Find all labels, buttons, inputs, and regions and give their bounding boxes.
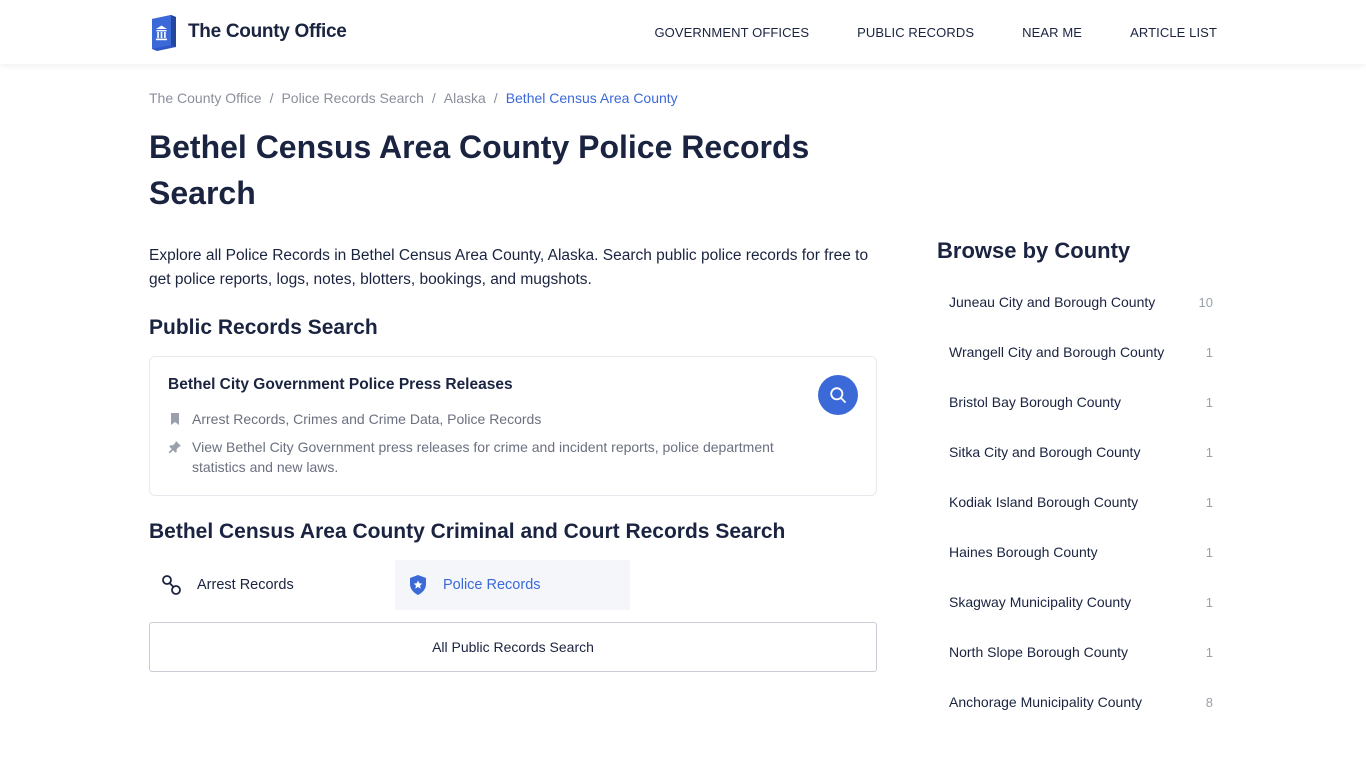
card-description-text: View Bethel City Government press releas…	[192, 439, 774, 475]
browse-by-county-heading: Browse by County	[937, 238, 1131, 263]
search-icon	[830, 387, 846, 403]
tile-police-label: Police Records	[443, 577, 541, 593]
card-description: View Bethel City Government press releas…	[168, 437, 808, 477]
logo-text: The County Office	[188, 21, 347, 42]
breadcrumb-separator: /	[493, 90, 498, 106]
public-records-heading: Public Records Search	[149, 316, 378, 339]
courthouse-book-icon	[152, 15, 176, 51]
county-name: Bristol Bay Borough County	[949, 394, 1121, 410]
intro-text: Explore all Police Records in Bethel Cen…	[149, 247, 869, 288]
logo-link[interactable]: The County Office	[149, 13, 347, 51]
card-search-button[interactable]	[818, 375, 858, 415]
county-count: 1	[1205, 444, 1213, 460]
county-name: Haines Borough County	[949, 544, 1098, 560]
record-card: Bethel City Government Police Press Rele…	[149, 356, 877, 496]
county-count: 1	[1205, 544, 1213, 560]
bookmark-icon	[171, 413, 179, 425]
county-name: Sitka City and Borough County	[949, 444, 1141, 460]
breadcrumb-home[interactable]: The County Office	[149, 90, 262, 106]
county-count: 8	[1205, 694, 1213, 710]
county-list: Juneau City and Borough County 10 Wrangel…	[937, 277, 1217, 727]
tile-arrest-label: Arrest Records	[197, 577, 294, 593]
county-item[interactable]: North Slope Borough County 1	[937, 627, 1217, 677]
criminal-records-heading: Bethel Census Area County Criminal and C…	[149, 520, 786, 543]
county-item[interactable]: Bristol Bay Borough County 1	[937, 377, 1217, 427]
county-item[interactable]: Anchorage Municipality County 8	[937, 677, 1217, 727]
county-name: Kodiak Island Borough County	[949, 494, 1139, 510]
card-title-link[interactable]: Bethel City Government Police Press Rele…	[168, 376, 513, 394]
county-name: North Slope Borough County	[949, 644, 1128, 660]
site-header: The County Office GOVERNMENT OFFICES PUB…	[0, 0, 1366, 64]
breadcrumb-police-records[interactable]: Police Records Search	[281, 90, 423, 106]
breadcrumb-separator: /	[269, 90, 274, 106]
county-count: 1	[1205, 394, 1213, 410]
tile-arrest-records[interactable]: Arrest Records	[149, 560, 384, 610]
breadcrumb-current: Bethel Census Area County	[505, 90, 678, 106]
county-count: 1	[1205, 344, 1213, 360]
county-item[interactable]: Wrangell City and Borough County 1	[937, 327, 1217, 377]
county-item[interactable]: Juneau City and Borough County 10	[937, 277, 1217, 327]
nav-public-records[interactable]: PUBLIC RECORDS	[857, 25, 974, 40]
county-name: Anchorage Municipality County	[949, 694, 1142, 710]
county-count: 1	[1205, 494, 1213, 510]
county-name: Juneau City and Borough County	[949, 294, 1156, 310]
county-count: 10	[1198, 294, 1213, 310]
county-item[interactable]: Sitka City and Borough County 1	[937, 427, 1217, 477]
nav-article-list[interactable]: ARTICLE LIST	[1130, 25, 1217, 40]
county-item[interactable]: Skagway Municipality County 1	[937, 577, 1217, 627]
all-public-records-button[interactable]: All Public Records Search	[149, 622, 877, 672]
tile-police-records[interactable]: Police Records	[395, 560, 630, 610]
county-name: Wrangell City and Borough County	[949, 344, 1165, 360]
county-count: 1	[1205, 594, 1213, 610]
breadcrumb-alaska[interactable]: Alaska	[444, 90, 486, 106]
nav-government-offices[interactable]: GOVERNMENT OFFICES	[654, 25, 809, 40]
card-categories: Arrest Records, Crimes and Crime Data, P…	[168, 409, 541, 429]
pin-icon	[168, 441, 181, 454]
card-categories-text: Arrest Records, Crimes and Crime Data, P…	[192, 411, 542, 427]
county-item[interactable]: Kodiak Island Borough County 1	[937, 477, 1217, 527]
county-item[interactable]: Haines Borough County 1	[937, 527, 1217, 577]
page-title: Bethel Census Area County Police Records…	[149, 129, 810, 211]
breadcrumb: The County Office / Police Records Searc…	[149, 90, 678, 106]
county-name: Skagway Municipality County	[949, 594, 1132, 610]
breadcrumb-separator: /	[431, 90, 436, 106]
handcuffs-icon	[162, 575, 181, 595]
police-badge-icon	[410, 575, 426, 595]
nav-near-me[interactable]: NEAR ME	[1022, 25, 1082, 40]
county-count: 1	[1205, 644, 1213, 660]
main-nav: GOVERNMENT OFFICES PUBLIC RECORDS NEAR M…	[654, 0, 1217, 64]
